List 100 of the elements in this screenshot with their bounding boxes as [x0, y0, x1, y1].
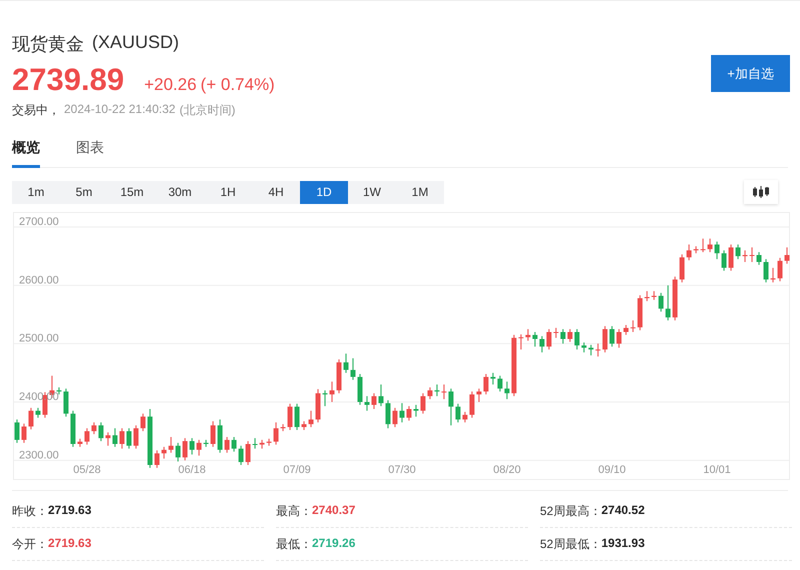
candle: [644, 290, 650, 302]
instrument-name: 现货黄金: [12, 33, 84, 56]
candle: [392, 407, 398, 428]
candle: [330, 381, 334, 402]
candle: [64, 388, 68, 418]
period-button[interactable]: 30m: [156, 180, 204, 204]
candle: [378, 384, 384, 407]
stat-label: 52周最低：: [540, 536, 602, 553]
period-button[interactable]: 4H: [252, 180, 300, 204]
candle: [266, 438, 272, 446]
candle: [462, 411, 468, 423]
candle: [554, 327, 558, 338]
candle: [610, 326, 614, 348]
x-axis-label: 06/18: [178, 464, 206, 476]
candle: [302, 420, 306, 430]
add-watchlist-button[interactable]: +加自选: [711, 55, 790, 92]
period-button[interactable]: 5m: [60, 180, 108, 204]
candle: [70, 410, 76, 448]
candle: [582, 342, 586, 353]
candle: [28, 407, 34, 430]
candle: [134, 424, 138, 450]
candle: [512, 334, 516, 397]
period-button[interactable]: 1D: [300, 180, 348, 204]
candle: [78, 438, 82, 448]
y-axis-label: 2600.00: [19, 274, 59, 286]
x-axis-label: 07/30: [388, 464, 416, 476]
period-button[interactable]: 1m: [12, 180, 60, 204]
y-axis-label: 2500.00: [19, 332, 59, 345]
candle: [630, 320, 636, 332]
stat-value: 2740.52: [601, 503, 645, 519]
candle: [112, 428, 118, 448]
candle: [560, 328, 566, 344]
chart-type-button[interactable]: [744, 180, 778, 204]
candle: [372, 392, 376, 410]
tab[interactable]: 概览: [12, 135, 40, 168]
candle: [218, 419, 222, 454]
candle: [456, 403, 460, 423]
candle: [490, 372, 496, 385]
period-button[interactable]: 15m: [108, 180, 156, 204]
candle: [350, 358, 356, 380]
candle: [246, 440, 250, 466]
candle: [224, 436, 230, 454]
candle: [294, 403, 300, 430]
candle: [624, 324, 628, 336]
candle: [540, 336, 544, 353]
candle: [148, 408, 152, 468]
stat-value: 2719.63: [48, 536, 92, 552]
candle: [406, 406, 412, 422]
candle: [210, 420, 216, 448]
candle: [722, 250, 726, 272]
candle: [280, 424, 286, 432]
candle: [106, 432, 110, 446]
price-change: +20.26: [144, 75, 197, 95]
candle: [756, 252, 762, 266]
candle: [694, 246, 698, 254]
tab[interactable]: 图表: [76, 135, 104, 168]
candle: [504, 381, 510, 400]
candle: [532, 332, 538, 348]
candle: [428, 386, 432, 400]
stat-value: 2719.63: [48, 503, 92, 519]
candle: [190, 438, 194, 455]
candle: [168, 436, 174, 454]
candle: [126, 428, 132, 450]
candle: [728, 244, 734, 272]
period-button[interactable]: 1M: [396, 180, 444, 204]
price: 2739.89: [12, 62, 124, 98]
stat-value: 1931.93: [601, 536, 645, 552]
candle: [616, 328, 622, 348]
stat-label: 最低：: [276, 536, 312, 553]
candlestick-icon: [753, 186, 769, 198]
candle: [546, 328, 552, 350]
candle: [204, 439, 208, 448]
candle: [420, 392, 426, 414]
candle: [568, 328, 572, 342]
period-button[interactable]: 1H: [204, 180, 252, 204]
candle: [708, 238, 712, 253]
candle: [714, 241, 720, 260]
candle: [274, 422, 278, 446]
instrument-symbol: (XAUUSD): [92, 32, 180, 54]
candle: [784, 246, 790, 264]
candle: [638, 294, 642, 331]
candle: [36, 407, 40, 418]
candle: [308, 410, 314, 428]
candle: [658, 292, 664, 312]
candle: [414, 404, 418, 418]
candle: [252, 438, 258, 450]
candle: [742, 250, 748, 262]
candle: [750, 246, 754, 262]
candle: [672, 276, 678, 321]
candle: [652, 290, 656, 300]
candle: [448, 388, 454, 426]
stat-value: 2740.37: [312, 503, 356, 519]
percent-change: (+ 0.74%): [200, 75, 275, 95]
x-axis-label: 09/10: [598, 464, 626, 476]
candle: [232, 436, 236, 452]
stat-label: 最高：: [276, 503, 312, 520]
y-axis-label: 2300.00: [19, 449, 59, 462]
period-button[interactable]: 1W: [348, 180, 396, 204]
timezone: (北京时间): [179, 102, 236, 119]
candle: [196, 439, 202, 456]
